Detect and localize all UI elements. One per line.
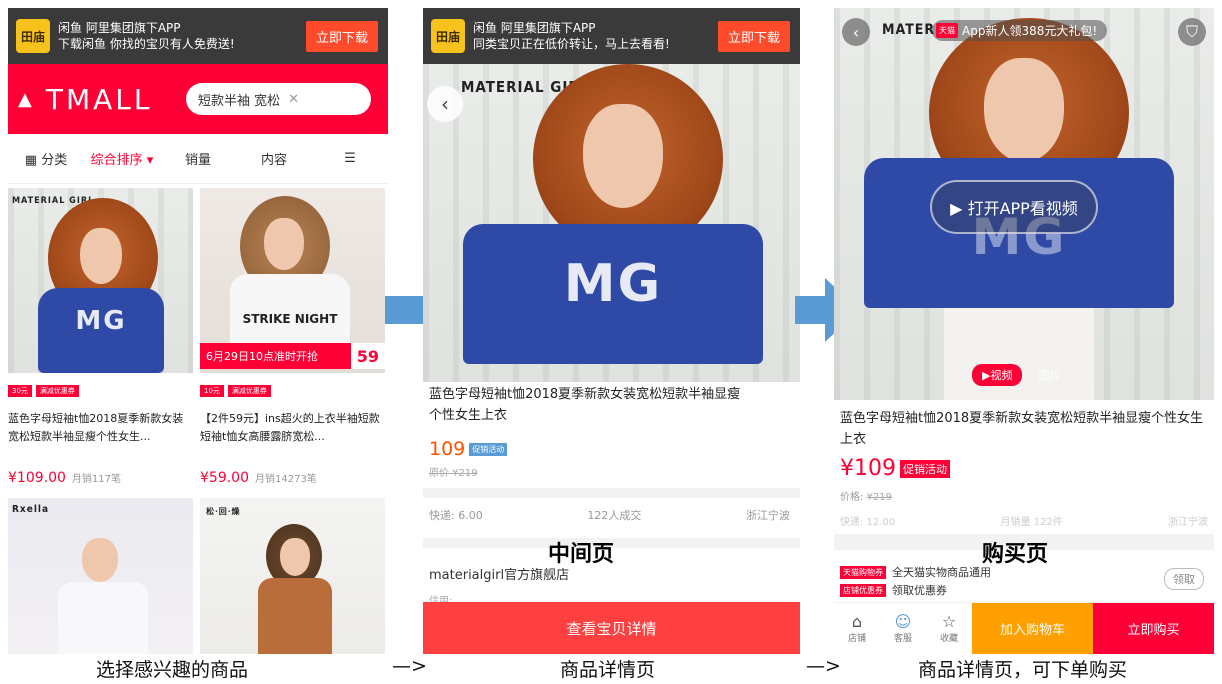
- star-icon: ☆: [941, 612, 957, 631]
- clear-icon[interactable]: ✕: [288, 92, 299, 107]
- search-results-screen: 田庙 闲鱼 阿里集团旗下APP 下载闲鱼 你找的宝贝有人免费送! 立即下载 ▲ …: [8, 8, 388, 654]
- coupon-badge: 10元: [200, 385, 224, 397]
- media-tabs: ▶视频 图片: [972, 364, 1060, 386]
- tmall-header: ▲ TMALL 短款半袖 宽松 ✕: [8, 64, 388, 134]
- product-image: MATERIAL GIRL MG: [423, 64, 800, 382]
- download-button[interactable]: 立即下载: [305, 20, 378, 52]
- tab-photo[interactable]: 图片: [1038, 367, 1060, 383]
- sort-bar: ▦ 分类 综合排序 ▾ 销量 内容 ☰: [8, 134, 388, 184]
- back-icon[interactable]: ‹: [427, 86, 463, 122]
- flash-sale-banner: 6月29日10点准时开抢 59: [200, 343, 385, 369]
- service-button[interactable]: ☺ 客服: [880, 603, 926, 654]
- tmall-logo[interactable]: TMALL: [46, 83, 153, 116]
- product-image: Rxella: [8, 498, 193, 654]
- caption-arrow: —>: [392, 655, 427, 677]
- product-price: ¥109 促销活动: [840, 456, 950, 481]
- promo-badge: 促销活动: [900, 460, 950, 478]
- coupon-row-tmall: 天猫购物券 全天猫实物商品通用: [840, 564, 991, 580]
- favorite-button[interactable]: ☆ 收藏: [926, 603, 972, 654]
- chat-icon: ☺: [894, 612, 912, 631]
- product-title: 蓝色字母短袖t恤2018夏季新款女装宽松短款半袖显瘦个性女生上衣: [840, 411, 1204, 447]
- bottom-action-bar: ⌂ 店铺 ☺ 客服 ☆ 收藏 加入购物车 立即购买: [834, 602, 1214, 654]
- product-image: MATERIAL GIRL MG: [8, 188, 193, 373]
- coupon-badge: 满减优惠券: [227, 385, 271, 397]
- tmall-badge: 天猫: [936, 23, 958, 38]
- store-button[interactable]: ⌂ 店铺: [834, 603, 880, 654]
- view-details-button[interactable]: 查看宝贝详情: [423, 602, 800, 654]
- product-card[interactable]: STRIKE NIGHT 6月29日10点准时开抢 59 10元 满减优惠券 【…: [200, 188, 385, 498]
- product-title: 【2件59元】ins超火的上衣半袖短款短袖t恤女高腰露脐宽松...: [200, 412, 380, 443]
- product-card[interactable]: 松·回·燥: [200, 498, 385, 654]
- reference-price: 价格: ¥219: [840, 492, 893, 503]
- xianyu-logo-icon: 田庙: [16, 19, 50, 53]
- caption-right: 商品详情页，可下单购买: [918, 659, 1128, 681]
- list-view-icon[interactable]: ☰: [312, 151, 388, 166]
- buy-page-label: 购买页: [982, 542, 1049, 567]
- back-icon[interactable]: ‹: [842, 18, 870, 46]
- claim-coupon-button[interactable]: 领取: [1164, 568, 1204, 590]
- product-card[interactable]: MATERIAL GIRL MG 30元 满减优惠券 蓝色字母短袖t恤2018夏…: [8, 188, 193, 498]
- product-title: 蓝色字母短袖t恤2018夏季新款女装宽松短款半袖显瘦个性女生...: [8, 412, 184, 443]
- tab-sales[interactable]: 销量: [160, 149, 236, 168]
- product-image: STRIKE NIGHT 6月29日10点准时开抢 59: [200, 188, 385, 373]
- banner-line2: 下载闲鱼 你找的宝贝有人免费送!: [58, 37, 235, 51]
- product-price: ¥109.00 月销117笔: [8, 470, 121, 486]
- tab-overall-sort[interactable]: 综合排序 ▾: [84, 149, 160, 168]
- home-icon[interactable]: ▲: [18, 89, 32, 110]
- coupon-badge: 满减优惠券: [35, 385, 79, 397]
- promo-badge: 促销活动: [469, 443, 508, 456]
- tab-category[interactable]: ▦ 分类: [8, 149, 84, 168]
- add-to-cart-button[interactable]: 加入购物车: [972, 603, 1093, 654]
- mid-page-label: 中间页: [548, 542, 615, 567]
- shipping-row: 快递: 6.00 122人成交 浙江宁波: [429, 509, 790, 522]
- search-query: 短款半袖 宽松: [198, 93, 281, 109]
- caption-mid: 商品详情页: [560, 659, 656, 681]
- banner-line2: 同类宝贝正在低价转让，马上去看看!: [473, 37, 670, 51]
- product-card[interactable]: Rxella: [8, 498, 193, 654]
- xianyu-logo-icon: 田庙: [431, 19, 465, 53]
- new-user-tip[interactable]: 天猫 App新人领388元大礼包!: [932, 20, 1108, 41]
- shipping-row: 快递: 12.00 月销量 122件 浙江宁波: [840, 517, 1208, 528]
- caption-arrow: —>: [806, 655, 841, 677]
- cart-icon[interactable]: ⛉: [1178, 18, 1206, 46]
- xianyu-banner: 田庙 闲鱼 阿里集团旗下APP 同类宝贝正在低价转让，马上去看看! 立即下载: [423, 8, 800, 64]
- banner-line1: 闲鱼 阿里集团旗下APP: [58, 21, 181, 35]
- flow-diagram: 田庙 闲鱼 阿里集团旗下APP 下载闲鱼 你找的宝贝有人免费送! 立即下载 ▲ …: [0, 0, 1222, 684]
- download-button[interactable]: 立即下载: [717, 20, 790, 52]
- grid-icon: ▦: [24, 153, 42, 168]
- tab-content[interactable]: 内容: [236, 149, 312, 168]
- banner-line1: 闲鱼 阿里集团旗下APP: [473, 21, 596, 35]
- product-image: 松·回·燥: [200, 498, 385, 654]
- buy-now-button[interactable]: 立即购买: [1093, 603, 1214, 654]
- product-price: ¥59.00 月销14273笔: [200, 470, 317, 486]
- xianyu-banner: 田庙 闲鱼 阿里集团旗下APP 下载闲鱼 你找的宝贝有人免费送! 立即下载: [8, 8, 388, 64]
- search-input[interactable]: 短款半袖 宽松 ✕: [186, 83, 371, 115]
- product-title: 蓝色字母短袖t恤2018夏季新款女装宽松短款半袖显瘦个性女生上衣: [429, 387, 741, 423]
- store-icon: ⌂: [851, 612, 863, 631]
- product-price: 109 促销活动: [429, 438, 508, 460]
- tab-video[interactable]: ▶视频: [972, 364, 1023, 386]
- original-price: 原价 ¥219: [429, 468, 478, 479]
- open-app-video-button[interactable]: ▶ 打开APP看视频: [930, 180, 1098, 234]
- caption-left: 选择感兴趣的商品: [96, 659, 249, 681]
- coupon-badge: 30元: [8, 385, 32, 397]
- coupon-row-shop: 店铺优惠券 领取优惠券: [840, 582, 947, 598]
